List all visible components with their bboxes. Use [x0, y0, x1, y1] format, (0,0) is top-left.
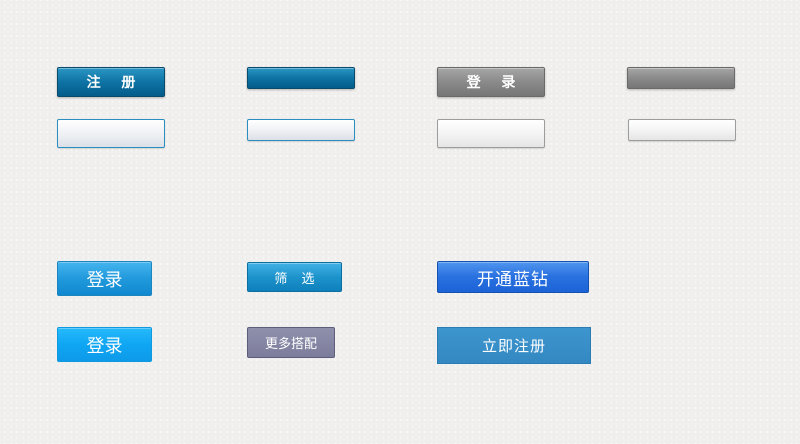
blank-button-light-gray-border-small[interactable]: [628, 119, 736, 141]
filter-button[interactable]: 筛 选: [247, 262, 342, 292]
blank-button-light-blue-border-small[interactable]: [247, 119, 355, 141]
blank-button-gray[interactable]: [627, 67, 735, 89]
register-now-button[interactable]: 立即注册: [437, 327, 591, 364]
blank-button-light-blue-border[interactable]: [57, 119, 165, 148]
blank-button-light-gray-border[interactable]: [437, 119, 545, 148]
blank-button-dark-blue[interactable]: [247, 67, 355, 89]
login-button-sky-blue[interactable]: 登录: [57, 261, 152, 296]
more-matching-button[interactable]: 更多搭配: [247, 327, 335, 358]
open-blue-diamond-button[interactable]: 开通蓝钻: [437, 261, 589, 293]
register-button-dark[interactable]: 注 册: [57, 67, 165, 97]
login-button-bright-blue[interactable]: 登录: [57, 327, 152, 362]
login-button-gray[interactable]: 登 录: [437, 67, 545, 97]
